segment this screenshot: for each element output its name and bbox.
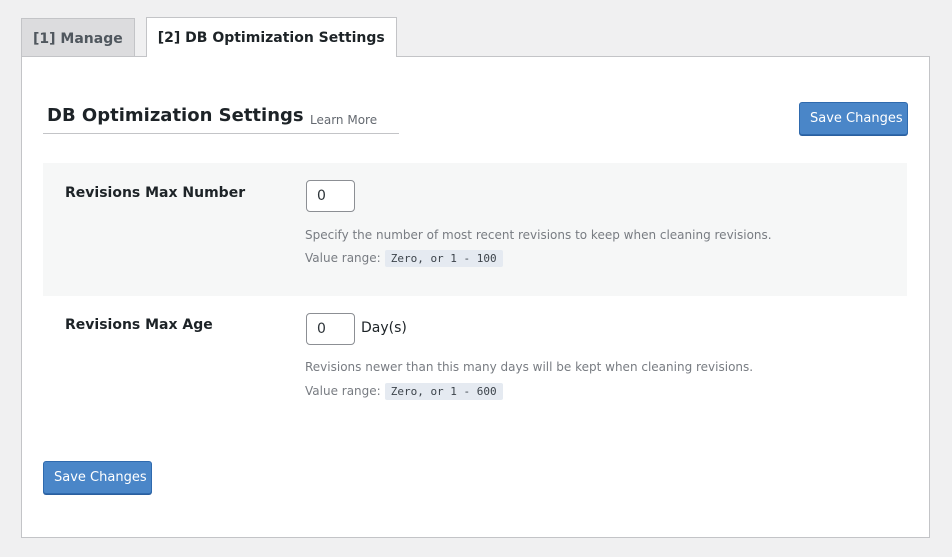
setting-row-revisions-max-number: Revisions Max Number Specify the number … (43, 163, 907, 296)
days-unit-label: Day(s) (361, 320, 407, 336)
revisions-max-number-range: Value range: Zero, or 1 - 100 (305, 250, 503, 267)
tab-bar: [1] Manage [2] DB Optimization Settings (21, 17, 408, 57)
revisions-max-number-description: Specify the number of most recent revisi… (305, 228, 772, 242)
save-changes-button-bottom[interactable]: Save Changes (43, 461, 152, 494)
value-range-label: Value range: (305, 384, 381, 398)
revisions-max-age-label: Revisions Max Age (65, 317, 213, 333)
tab-db-optimization-settings[interactable]: [2] DB Optimization Settings (145, 17, 397, 57)
revisions-max-age-range: Value range: Zero, or 1 - 600 (305, 383, 503, 400)
value-range-label: Value range: (305, 251, 381, 265)
page-title: DB Optimization Settings (47, 105, 304, 126)
value-range-code: Zero, or 1 - 100 (384, 250, 503, 267)
value-range-code: Zero, or 1 - 600 (384, 383, 503, 400)
revisions-max-age-input[interactable] (306, 313, 355, 345)
revisions-max-number-input[interactable] (306, 180, 355, 212)
learn-more-link[interactable]: Learn More (310, 113, 377, 127)
settings-panel: DB Optimization Settings Learn More Save… (21, 56, 930, 538)
setting-row-revisions-max-age: Revisions Max Age Day(s) Revisions newer… (43, 296, 907, 426)
revisions-max-age-description: Revisions newer than this many days will… (305, 360, 754, 374)
section-header: DB Optimization Settings Learn More (43, 105, 399, 134)
revisions-max-number-label: Revisions Max Number (65, 185, 246, 201)
tab-manage[interactable]: [1] Manage (21, 18, 135, 57)
save-changes-button-top[interactable]: Save Changes (799, 102, 908, 135)
